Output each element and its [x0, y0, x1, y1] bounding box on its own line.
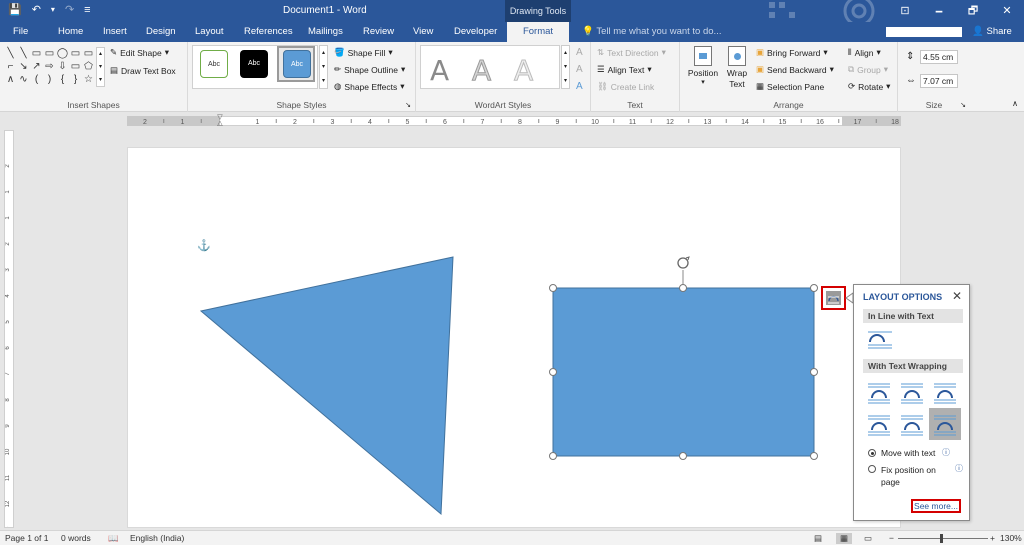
resize-handle-n[interactable] — [679, 284, 687, 292]
move-with-text-label: Move with text — [881, 448, 936, 458]
move-with-text-option[interactable]: Move with text — [868, 448, 935, 458]
layout-options-button[interactable] — [821, 286, 846, 310]
status-bar: Page 1 of 1 0 words 📖 English (India) ▤ … — [0, 530, 1024, 545]
read-mode-icon[interactable]: ▤ — [814, 533, 822, 544]
language-indicator[interactable]: English (India) — [130, 533, 184, 543]
wrap-in-front-of-text-icon[interactable] — [929, 408, 961, 440]
fix-position-option[interactable]: Fix position on page — [868, 464, 948, 488]
zoom-slider-thumb[interactable] — [940, 534, 943, 543]
resize-handle-nw[interactable] — [549, 284, 557, 292]
rotate-handle-icon[interactable] — [677, 256, 690, 269]
resize-handle-e[interactable] — [810, 368, 818, 376]
wrap-through-icon[interactable] — [929, 376, 961, 408]
close-icon[interactable]: ✕ — [952, 289, 962, 303]
web-layout-icon[interactable]: ▭ — [864, 533, 872, 544]
word-count[interactable]: 0 words — [61, 533, 91, 543]
wrap-tight-icon[interactable] — [896, 376, 928, 408]
anchor-icon: ⚓ — [197, 239, 211, 252]
zoom-slider-track[interactable] — [898, 538, 988, 539]
layout-options-panel: LAYOUT OPTIONS ✕ In Line with Text With … — [853, 284, 970, 521]
resize-handle-s[interactable] — [679, 452, 687, 460]
proofing-icon[interactable]: 📖 — [108, 533, 119, 544]
zoom-out-button[interactable]: − — [889, 533, 894, 543]
triangle-shape[interactable] — [199, 256, 454, 516]
radio-button[interactable] — [868, 465, 876, 473]
radio-button[interactable] — [868, 449, 876, 457]
info-icon[interactable]: ⓘ — [955, 463, 963, 474]
resize-handle-se[interactable] — [810, 452, 818, 460]
resize-handle-ne[interactable] — [810, 284, 818, 292]
wrap-inline-icon[interactable] — [866, 328, 894, 350]
panel-pointer — [845, 292, 854, 304]
inline-section-header: In Line with Text — [863, 309, 963, 323]
resize-handle-sw[interactable] — [549, 452, 557, 460]
fix-position-label: Fix position on page — [881, 465, 936, 487]
wrap-square-icon[interactable] — [863, 376, 895, 408]
zoom-in-button[interactable]: + — [990, 533, 995, 543]
wrap-behind-text-icon[interactable] — [896, 408, 928, 440]
zoom-level[interactable]: 130% — [1000, 533, 1022, 543]
resize-handle-w[interactable] — [549, 368, 557, 376]
wrapping-section-header: With Text Wrapping — [863, 359, 963, 373]
wrap-top-bottom-icon[interactable] — [863, 408, 895, 440]
rectangle-shape[interactable] — [552, 287, 815, 457]
layout-options-title: LAYOUT OPTIONS — [863, 292, 943, 302]
see-more-link[interactable]: See more... — [911, 499, 961, 513]
print-layout-icon[interactable]: ▦ — [836, 533, 852, 544]
page-count[interactable]: Page 1 of 1 — [5, 533, 48, 543]
info-icon[interactable]: ⓘ — [942, 447, 950, 458]
